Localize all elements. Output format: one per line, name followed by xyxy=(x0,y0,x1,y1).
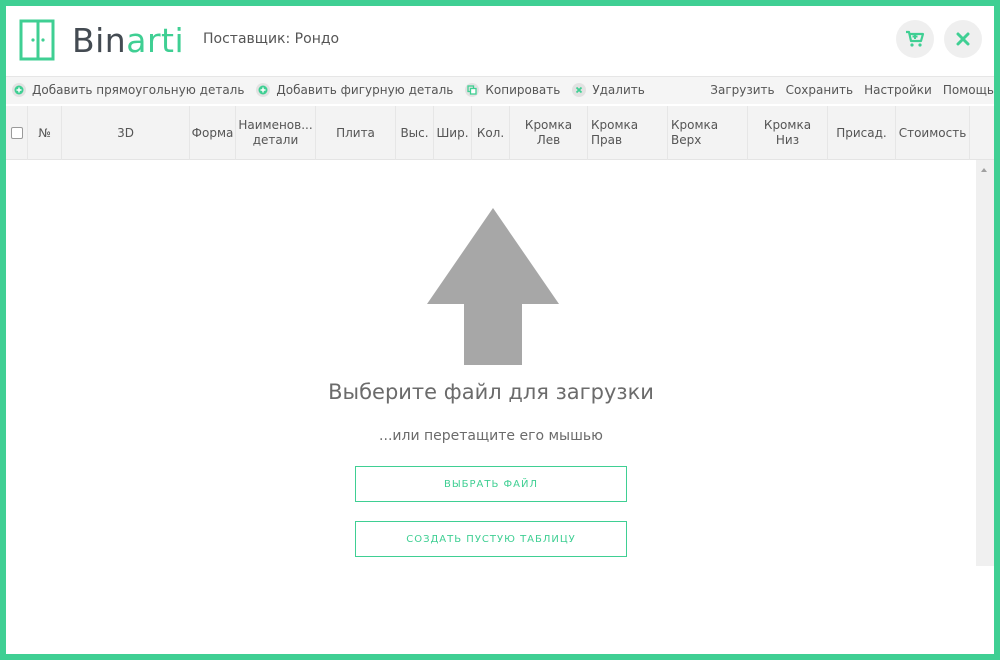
delete-label: Удалить xyxy=(592,83,645,97)
column-header-drilling[interactable]: Присад. xyxy=(828,106,896,160)
door-logo-icon xyxy=(19,19,55,61)
copy-button[interactable]: Копировать xyxy=(465,83,560,97)
toolbar-menu: Загрузить Сохранить Настройки Помощь xyxy=(699,83,994,97)
plus-icon xyxy=(256,83,271,97)
app-window: Binarti Поставщик: Рондо Добавить прямоу… xyxy=(0,0,1000,660)
upload-subtitle: ...или перетащите его мышью xyxy=(379,428,603,444)
logo-text-accent: arti xyxy=(126,20,185,60)
add-shaped-part-button[interactable]: Добавить фигурную деталь xyxy=(256,83,453,97)
vertical-scrollbar[interactable] xyxy=(976,160,994,566)
toolbar: Добавить прямоугольную деталь Добавить ф… xyxy=(6,76,994,104)
supplier-label: Поставщик: Рондо xyxy=(203,31,340,47)
create-empty-table-button[interactable]: СОЗДАТЬ ПУСТУЮ ТАБЛИЦУ xyxy=(355,521,627,557)
close-icon xyxy=(956,32,970,46)
add-shaped-part-label: Добавить фигурную деталь xyxy=(276,83,454,97)
column-header-3d[interactable]: 3D xyxy=(62,106,190,160)
select-file-button[interactable]: ВЫБРАТЬ ФАЙЛ xyxy=(355,466,627,502)
column-header-number[interactable]: № xyxy=(28,106,62,160)
cart-icon xyxy=(906,30,925,47)
column-header-edge-left[interactable]: Кромка Лев xyxy=(510,106,588,160)
column-header-cost[interactable]: Стоимость xyxy=(896,106,970,160)
toolbar-actions: Добавить прямоугольную деталь Добавить ф… xyxy=(12,83,657,97)
help-link[interactable]: Помощь xyxy=(943,83,994,97)
column-header-edge-bottom[interactable]: Кромка Низ xyxy=(748,106,828,160)
add-rect-part-button[interactable]: Добавить прямоугольную деталь xyxy=(12,83,244,97)
upload-arrow-icon xyxy=(427,208,559,365)
column-header-part-name[interactable]: Наименов... детали xyxy=(236,106,316,160)
column-header-width[interactable]: Шир. xyxy=(434,106,472,160)
cart-button[interactable] xyxy=(896,20,934,58)
copy-label: Копировать xyxy=(485,83,561,97)
column-header-quantity[interactable]: Кол. xyxy=(472,106,510,160)
save-link[interactable]: Сохранить xyxy=(786,83,854,97)
logo-text-main: Bin xyxy=(72,20,127,60)
table-header: № 3D Форма Наименов... детали Плита Выс.… xyxy=(6,106,994,160)
settings-link[interactable]: Настройки xyxy=(864,83,932,97)
logo: Binarti xyxy=(18,18,184,62)
plus-icon xyxy=(12,83,26,97)
select-all-checkbox[interactable] xyxy=(10,127,23,139)
column-header-edge-right[interactable]: Кромка Прав xyxy=(588,106,668,160)
select-all-cell xyxy=(6,106,28,160)
load-link[interactable]: Загрузить xyxy=(710,83,774,97)
column-header-shape[interactable]: Форма xyxy=(190,106,236,160)
copy-icon xyxy=(465,83,480,97)
delete-button[interactable]: Удалить xyxy=(572,83,645,97)
close-button[interactable] xyxy=(944,20,982,58)
upload-title: Выберите файл для загрузки xyxy=(328,380,654,404)
delete-icon xyxy=(572,83,587,97)
logo-text: Binarti xyxy=(72,21,184,60)
column-header-height[interactable]: Выс. xyxy=(396,106,434,160)
column-header-edge-top[interactable]: Кромка Верх xyxy=(668,106,748,160)
header: Binarti Поставщик: Рондо xyxy=(6,6,994,76)
scroll-up-arrow-icon[interactable] xyxy=(981,168,987,172)
column-header-board[interactable]: Плита xyxy=(316,106,396,160)
add-rect-part-label: Добавить прямоугольную деталь xyxy=(32,83,245,97)
